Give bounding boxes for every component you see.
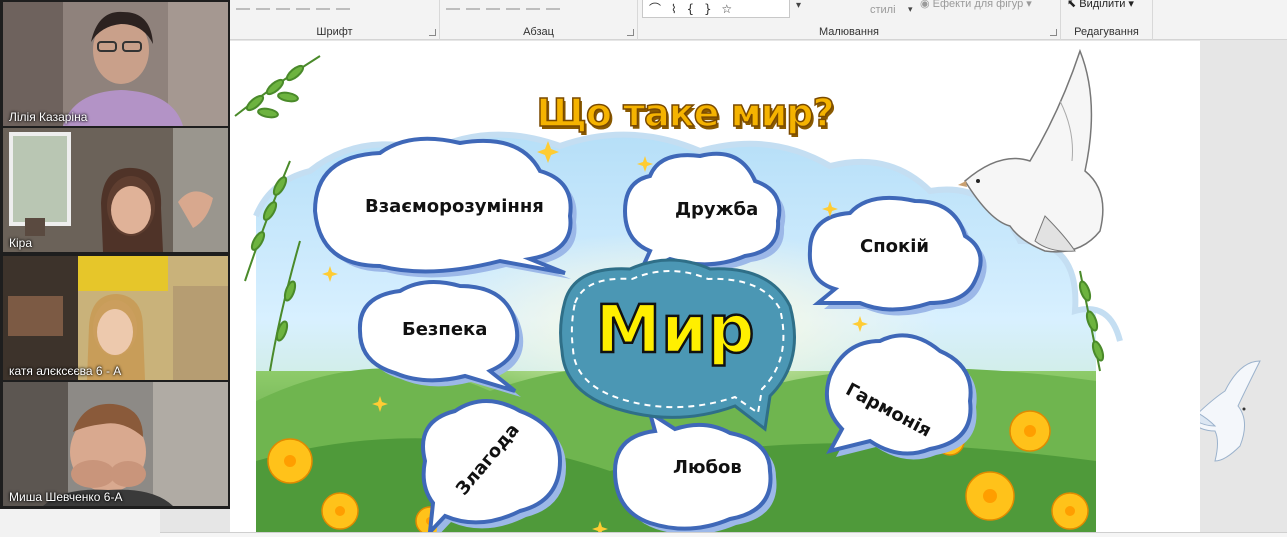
participants-panel: Лілія Казаріна Кіра катя алєксєєва 6 - А… [0,0,230,509]
font-color-icon[interactable] [336,0,350,10]
ribbon-group-drawing: ⌒ ⌇ { } ☆ ▾ стилі ▾ ◉ Ефекти для фігур ▾… [638,0,1061,40]
ribbon-group-editing: ⬉ Виділити ▾ Редагування [1061,0,1153,40]
participant-name-3: катя алєксєєва 6 - А [9,364,122,378]
bubble-label-friendship: Дружба [675,199,759,220]
drawing-group-label: Малювання [818,26,880,38]
participant-tile-2[interactable]: Кіра [3,128,228,252]
align-right-icon[interactable] [486,0,500,10]
arrange-dropdown-icon[interactable]: ▾ [796,0,801,11]
change-case-icon[interactable] [296,0,310,10]
font-dialog-launcher-icon[interactable] [429,29,436,36]
shape-effects-button[interactable]: ◉ Ефекти для фігур ▾ [920,0,1032,10]
slide-canvas[interactable]: Що таке мир? Взаєморозуміння Дружба Спок… [230,41,1200,532]
shape-effects-icon: ◉ [920,0,933,10]
paragraph-tools [446,0,631,14]
columns-icon[interactable] [526,0,540,10]
drawing-dialog-launcher-icon[interactable] [1050,29,1057,36]
center-word: Мир [594,290,756,370]
select-label: Виділити [1079,0,1126,10]
participant-name-2: Кіра [9,236,33,250]
ribbon: Шрифт Абзац ⌒ ⌇ { } ☆ ▾ стилі ▾ ◉ Ефекти… [230,0,1287,40]
ribbon-group-font: Шрифт [230,0,440,40]
bubble-label-safety: Безпека [402,319,488,340]
shape-effects-label: Ефекти для фігур [932,0,1024,10]
participant-tile-4[interactable]: Миша Шевченко 6-А [3,382,228,506]
participant-tile-3[interactable]: катя алєксєєва 6 - А [3,256,228,380]
align-left-icon[interactable] [446,0,460,10]
strikethrough-icon[interactable] [256,0,270,10]
font-size-icon[interactable] [236,0,250,10]
status-strip [160,532,1287,537]
paragraph-dialog-launcher-icon[interactable] [627,29,634,36]
font-group-label: Шрифт [316,26,353,38]
participant-name-1: Лілія Казаріна [9,110,88,124]
select-button[interactable]: ⬉ Виділити ▾ [1067,0,1134,10]
editing-group-label: Редагування [1074,26,1139,38]
participant-video-1 [3,2,228,126]
select-cursor-icon: ⬉ [1067,0,1080,10]
text-align-icon[interactable] [546,0,560,10]
char-spacing-icon[interactable] [276,0,290,10]
participant-tile-1[interactable]: Лілія Казаріна [3,2,228,126]
bubble-label-mutual-understanding: Взаєморозуміння [365,196,544,217]
participant-video-2 [3,128,228,252]
participant-video-3 [3,256,228,380]
highlight-icon[interactable] [316,0,330,10]
app-root: Шрифт Абзац ⌒ ⌇ { } ☆ ▾ стилі ▾ ◉ Ефекти… [0,0,1287,537]
quick-styles-label[interactable]: стилі [870,4,896,16]
bubble-label-love: Любов [673,457,742,478]
participant-video-4 [3,382,228,506]
shapes-gallery[interactable]: ⌒ ⌇ { } ☆ [642,0,790,18]
thumbnail-strip [0,509,160,537]
justify-icon[interactable] [506,0,520,10]
ribbon-group-paragraph: Абзац [440,0,638,40]
quick-styles-dropdown-icon[interactable]: ▾ [908,4,913,15]
participant-name-4: Миша Шевченко 6-А [9,490,123,504]
font-tools [236,0,433,14]
slide-title: Що таке мир? [536,90,836,136]
paragraph-group-label: Абзац [523,26,554,38]
align-center-icon[interactable] [466,0,480,10]
bubble-label-calm: Спокій [860,236,930,257]
